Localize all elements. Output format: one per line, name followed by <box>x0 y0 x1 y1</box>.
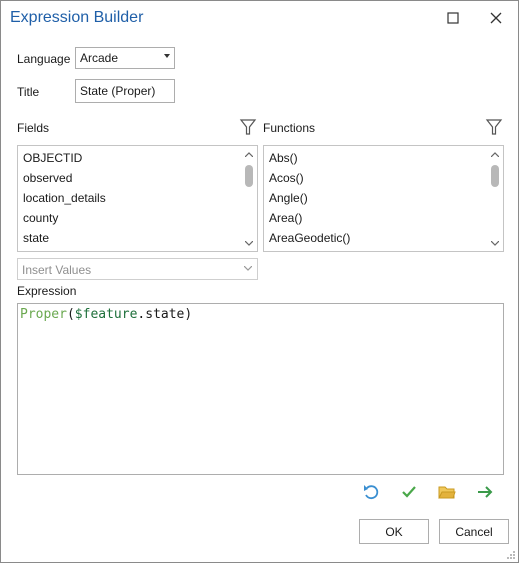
maximize-button[interactable] <box>439 6 467 30</box>
maximize-icon <box>447 12 459 24</box>
list-item[interactable]: state <box>23 228 49 248</box>
list-item[interactable]: observed <box>23 168 72 188</box>
chevron-down-icon <box>164 54 170 58</box>
chevron-up-icon <box>491 151 499 157</box>
fields-scrollbar[interactable] <box>241 146 257 251</box>
code-function-token: Proper <box>20 307 67 322</box>
language-value: Arcade <box>80 51 119 65</box>
code-close-paren: ) <box>184 307 193 322</box>
scroll-thumb[interactable] <box>491 165 499 187</box>
scroll-down-button[interactable] <box>241 235 257 251</box>
run-button[interactable] <box>474 481 496 503</box>
fields-filter-icon[interactable] <box>239 118 257 136</box>
insert-values-placeholder: Insert Values <box>22 263 92 277</box>
language-dropdown[interactable]: Arcade <box>75 47 175 69</box>
list-item[interactable]: Angle() <box>269 188 308 208</box>
scroll-up-button[interactable] <box>487 146 503 162</box>
title-bar: Expression Builder <box>1 1 518 35</box>
scroll-thumb[interactable] <box>245 165 253 187</box>
fields-list[interactable]: OBJECTID observed location_details count… <box>17 145 258 252</box>
functions-list[interactable]: Abs() Acos() Angle() Area() AreaGeodetic… <box>263 145 504 252</box>
open-button[interactable] <box>436 481 458 503</box>
chevron-up-icon <box>245 151 253 157</box>
code-property-token: .state <box>137 307 185 322</box>
code-variable-token: $feature <box>74 307 138 322</box>
title-input[interactable]: State (Proper) <box>75 79 175 103</box>
undo-button[interactable] <box>360 481 382 503</box>
run-arrow-icon <box>478 486 493 498</box>
language-label: Language <box>17 52 71 66</box>
list-item[interactable]: Abs() <box>269 148 298 168</box>
close-icon <box>490 12 502 24</box>
fields-label: Fields <box>17 121 50 135</box>
functions-label: Functions <box>263 121 316 135</box>
verify-button[interactable] <box>398 481 420 503</box>
undo-icon <box>364 485 379 500</box>
code-open-paren: ( <box>66 307 75 322</box>
verify-check-icon <box>402 486 416 498</box>
resize-grip-icon[interactable] <box>506 550 516 560</box>
list-item[interactable]: Acos() <box>269 168 304 188</box>
scroll-up-button[interactable] <box>241 146 257 162</box>
title-label: Title <box>17 85 40 99</box>
cancel-button[interactable]: Cancel <box>439 519 509 544</box>
dialog-title: Expression Builder <box>10 9 144 26</box>
list-item[interactable]: AreaGeodetic() <box>269 228 350 248</box>
expression-builder-dialog: Expression Builder Language Arcade Title… <box>0 0 519 563</box>
expression-code: Proper($feature.state) <box>20 307 192 322</box>
scroll-down-button[interactable] <box>487 235 503 251</box>
chevron-down-icon <box>491 240 499 246</box>
list-item[interactable]: county <box>23 208 58 228</box>
list-item[interactable]: Area() <box>269 208 302 228</box>
open-folder-icon <box>438 486 456 499</box>
chevron-down-icon <box>245 240 253 246</box>
functions-scrollbar[interactable] <box>487 146 503 251</box>
expression-label: Expression <box>17 284 77 298</box>
functions-filter-icon[interactable] <box>485 118 503 136</box>
chevron-down-icon <box>244 266 252 271</box>
expression-editor[interactable]: Proper($feature.state) <box>17 303 504 475</box>
close-button[interactable] <box>482 6 510 30</box>
list-item[interactable]: OBJECTID <box>23 148 82 168</box>
list-item[interactable]: location_details <box>23 188 106 208</box>
insert-values-dropdown[interactable]: Insert Values <box>17 258 258 280</box>
ok-button[interactable]: OK <box>359 519 429 544</box>
